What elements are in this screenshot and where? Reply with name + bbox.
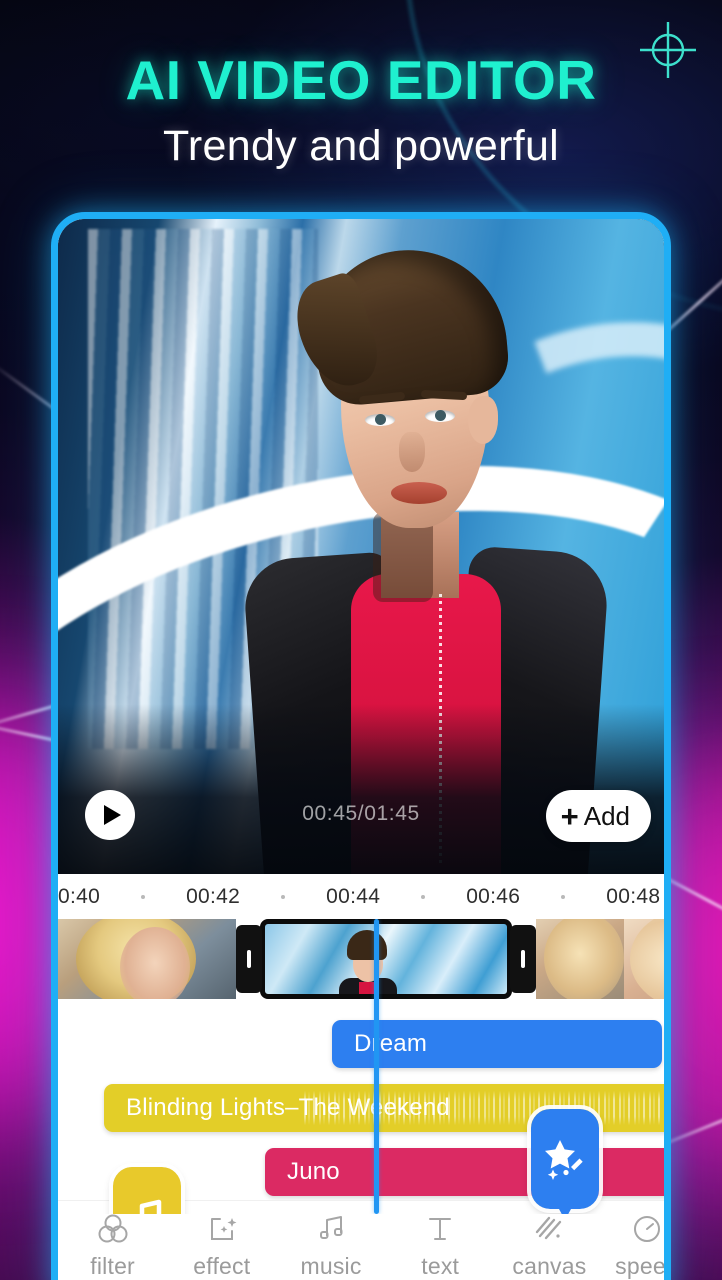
effect-sparkle-icon bbox=[205, 1212, 239, 1246]
add-button[interactable]: + Add bbox=[545, 790, 651, 842]
tool-label: effect bbox=[193, 1252, 251, 1279]
preview-bottom-shade bbox=[58, 704, 664, 874]
tool-music[interactable]: music bbox=[276, 1212, 385, 1280]
video-clip-track[interactable] bbox=[58, 919, 664, 999]
video-preview[interactable]: 00:45/01:45 + Add bbox=[58, 219, 664, 874]
ruler-tick-label: 00:46 bbox=[466, 884, 521, 908]
headline-block: AI VIDEO EDITOR Trendy and powerful bbox=[0, 49, 722, 171]
timeline-clip[interactable] bbox=[58, 919, 236, 999]
ruler-tick-label: 00:44 bbox=[326, 884, 381, 908]
tool-label: canvas bbox=[512, 1252, 587, 1279]
add-button-label: Add bbox=[583, 800, 630, 831]
tool-effect[interactable]: effect bbox=[167, 1212, 276, 1280]
canvas-diagonal-icon bbox=[532, 1212, 566, 1246]
music-badge[interactable] bbox=[109, 1163, 185, 1214]
ruler-tick-label: 00:42 bbox=[186, 884, 241, 908]
text-t-icon bbox=[423, 1212, 457, 1246]
trim-handle-right[interactable] bbox=[510, 925, 536, 993]
ruler-tick-dot bbox=[281, 894, 286, 899]
tool-label: music bbox=[300, 1252, 362, 1279]
plus-icon: + bbox=[560, 798, 579, 834]
timeline-clip[interactable] bbox=[624, 919, 664, 999]
ruler-tick-dot bbox=[421, 894, 426, 899]
tool-filter[interactable]: filter bbox=[58, 1212, 167, 1280]
track-label: Juno bbox=[287, 1158, 340, 1185]
timeline-clip-selected[interactable] bbox=[260, 919, 512, 999]
tool-label: text bbox=[421, 1252, 460, 1279]
badge-outline bbox=[109, 1163, 185, 1214]
timeline-ruler[interactable]: 00:40 00:42 00:44 00:46 00:48 00:50 bbox=[58, 874, 664, 919]
ruler-tick-label: 00:40 bbox=[58, 884, 101, 908]
tool-label: speed bbox=[615, 1252, 664, 1279]
trim-handle-left[interactable] bbox=[236, 925, 262, 993]
ruler-tick-dot bbox=[561, 894, 566, 899]
playhead[interactable] bbox=[374, 919, 379, 1214]
badge-outline bbox=[527, 1105, 603, 1213]
track-label: Blinding Lights–The Weekend bbox=[126, 1094, 450, 1121]
filter-circles-icon bbox=[96, 1212, 130, 1246]
magic-badge[interactable] bbox=[527, 1105, 603, 1213]
ruler-tick-dot bbox=[141, 894, 146, 899]
text-track-dream[interactable]: Dream bbox=[332, 1020, 662, 1068]
effect-track-juno[interactable]: Juno bbox=[265, 1148, 664, 1196]
ruler-tick-label: 00:48 bbox=[606, 884, 661, 908]
tool-canvas[interactable]: canvas bbox=[495, 1212, 604, 1280]
speedometer-icon bbox=[630, 1212, 664, 1246]
tool-speed[interactable]: speed bbox=[604, 1212, 664, 1280]
timeline[interactable]: Dream Blinding Lights–The Weekend Juno bbox=[58, 919, 664, 1214]
timeline-clip[interactable] bbox=[536, 919, 624, 999]
phone-mockup: 00:45/01:45 + Add 00:40 00:42 00:44 00:4… bbox=[51, 212, 671, 1280]
page-title: AI VIDEO EDITOR bbox=[125, 49, 597, 111]
crosshair-target-icon bbox=[636, 18, 700, 82]
music-note-icon bbox=[314, 1212, 348, 1246]
tool-label: filter bbox=[90, 1252, 135, 1279]
page-subtitle: Trendy and powerful bbox=[162, 121, 560, 170]
app-screen: 00:45/01:45 + Add 00:40 00:42 00:44 00:4… bbox=[58, 219, 664, 1280]
tool-text[interactable]: text bbox=[386, 1212, 495, 1280]
track-label: Dream bbox=[354, 1030, 428, 1057]
